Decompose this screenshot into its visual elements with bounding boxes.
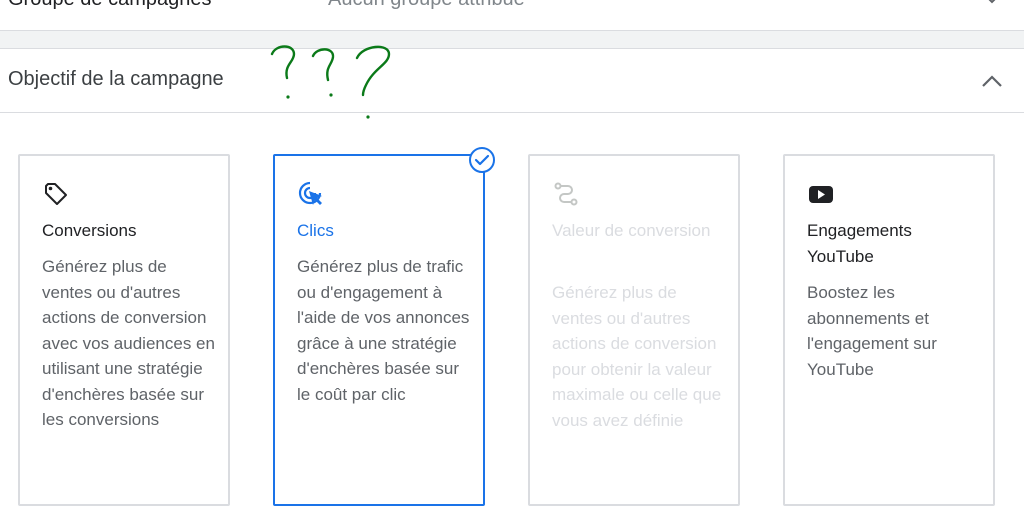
chevron-up-icon[interactable] xyxy=(978,69,1006,93)
click-icon xyxy=(298,181,322,205)
objective-card-conversions[interactable]: Conversions Générez plus de ventes ou d'… xyxy=(18,154,230,506)
youtube-icon xyxy=(809,186,833,203)
section-divider xyxy=(0,31,1024,48)
campaign-group-label: Groupe de campagnes xyxy=(8,0,211,11)
objective-card-clicks[interactable]: Clics Générez plus de trafic ou d'engage… xyxy=(273,154,485,506)
card-description: Générez plus de trafic ou d'engagement à… xyxy=(297,257,470,404)
card-title: Valeur de conversion xyxy=(552,221,711,240)
objective-card-youtube[interactable]: Engagements YouTube Boostez les abonneme… xyxy=(783,154,995,506)
campaign-group-value: Aucun groupe attribué xyxy=(328,0,525,11)
check-circle-icon xyxy=(469,147,495,173)
objective-card-conversion-value[interactable]: Valeur de conversion Générez plus de ven… xyxy=(528,154,740,506)
card-description: Boostez les abonnements et l'engagement … xyxy=(807,283,937,379)
tag-icon xyxy=(45,183,67,205)
chevron-down-icon[interactable] xyxy=(982,0,1002,10)
objective-section-header[interactable]: Objectif de la campagne xyxy=(0,48,1024,113)
card-title: Clics xyxy=(297,221,334,240)
route-icon xyxy=(554,182,578,206)
card-title: Conversions xyxy=(42,221,137,240)
card-description: Générez plus de ventes ou d'autres actio… xyxy=(42,257,215,429)
card-description: Générez plus de ventes ou d'autres actio… xyxy=(552,283,722,430)
campaign-group-row[interactable]: Groupe de campagnes Aucun groupe attribu… xyxy=(0,0,1024,31)
section-title: Objectif de la campagne xyxy=(8,68,224,90)
handwritten-question-marks xyxy=(270,45,391,119)
card-title: Engagements YouTube xyxy=(807,221,912,266)
